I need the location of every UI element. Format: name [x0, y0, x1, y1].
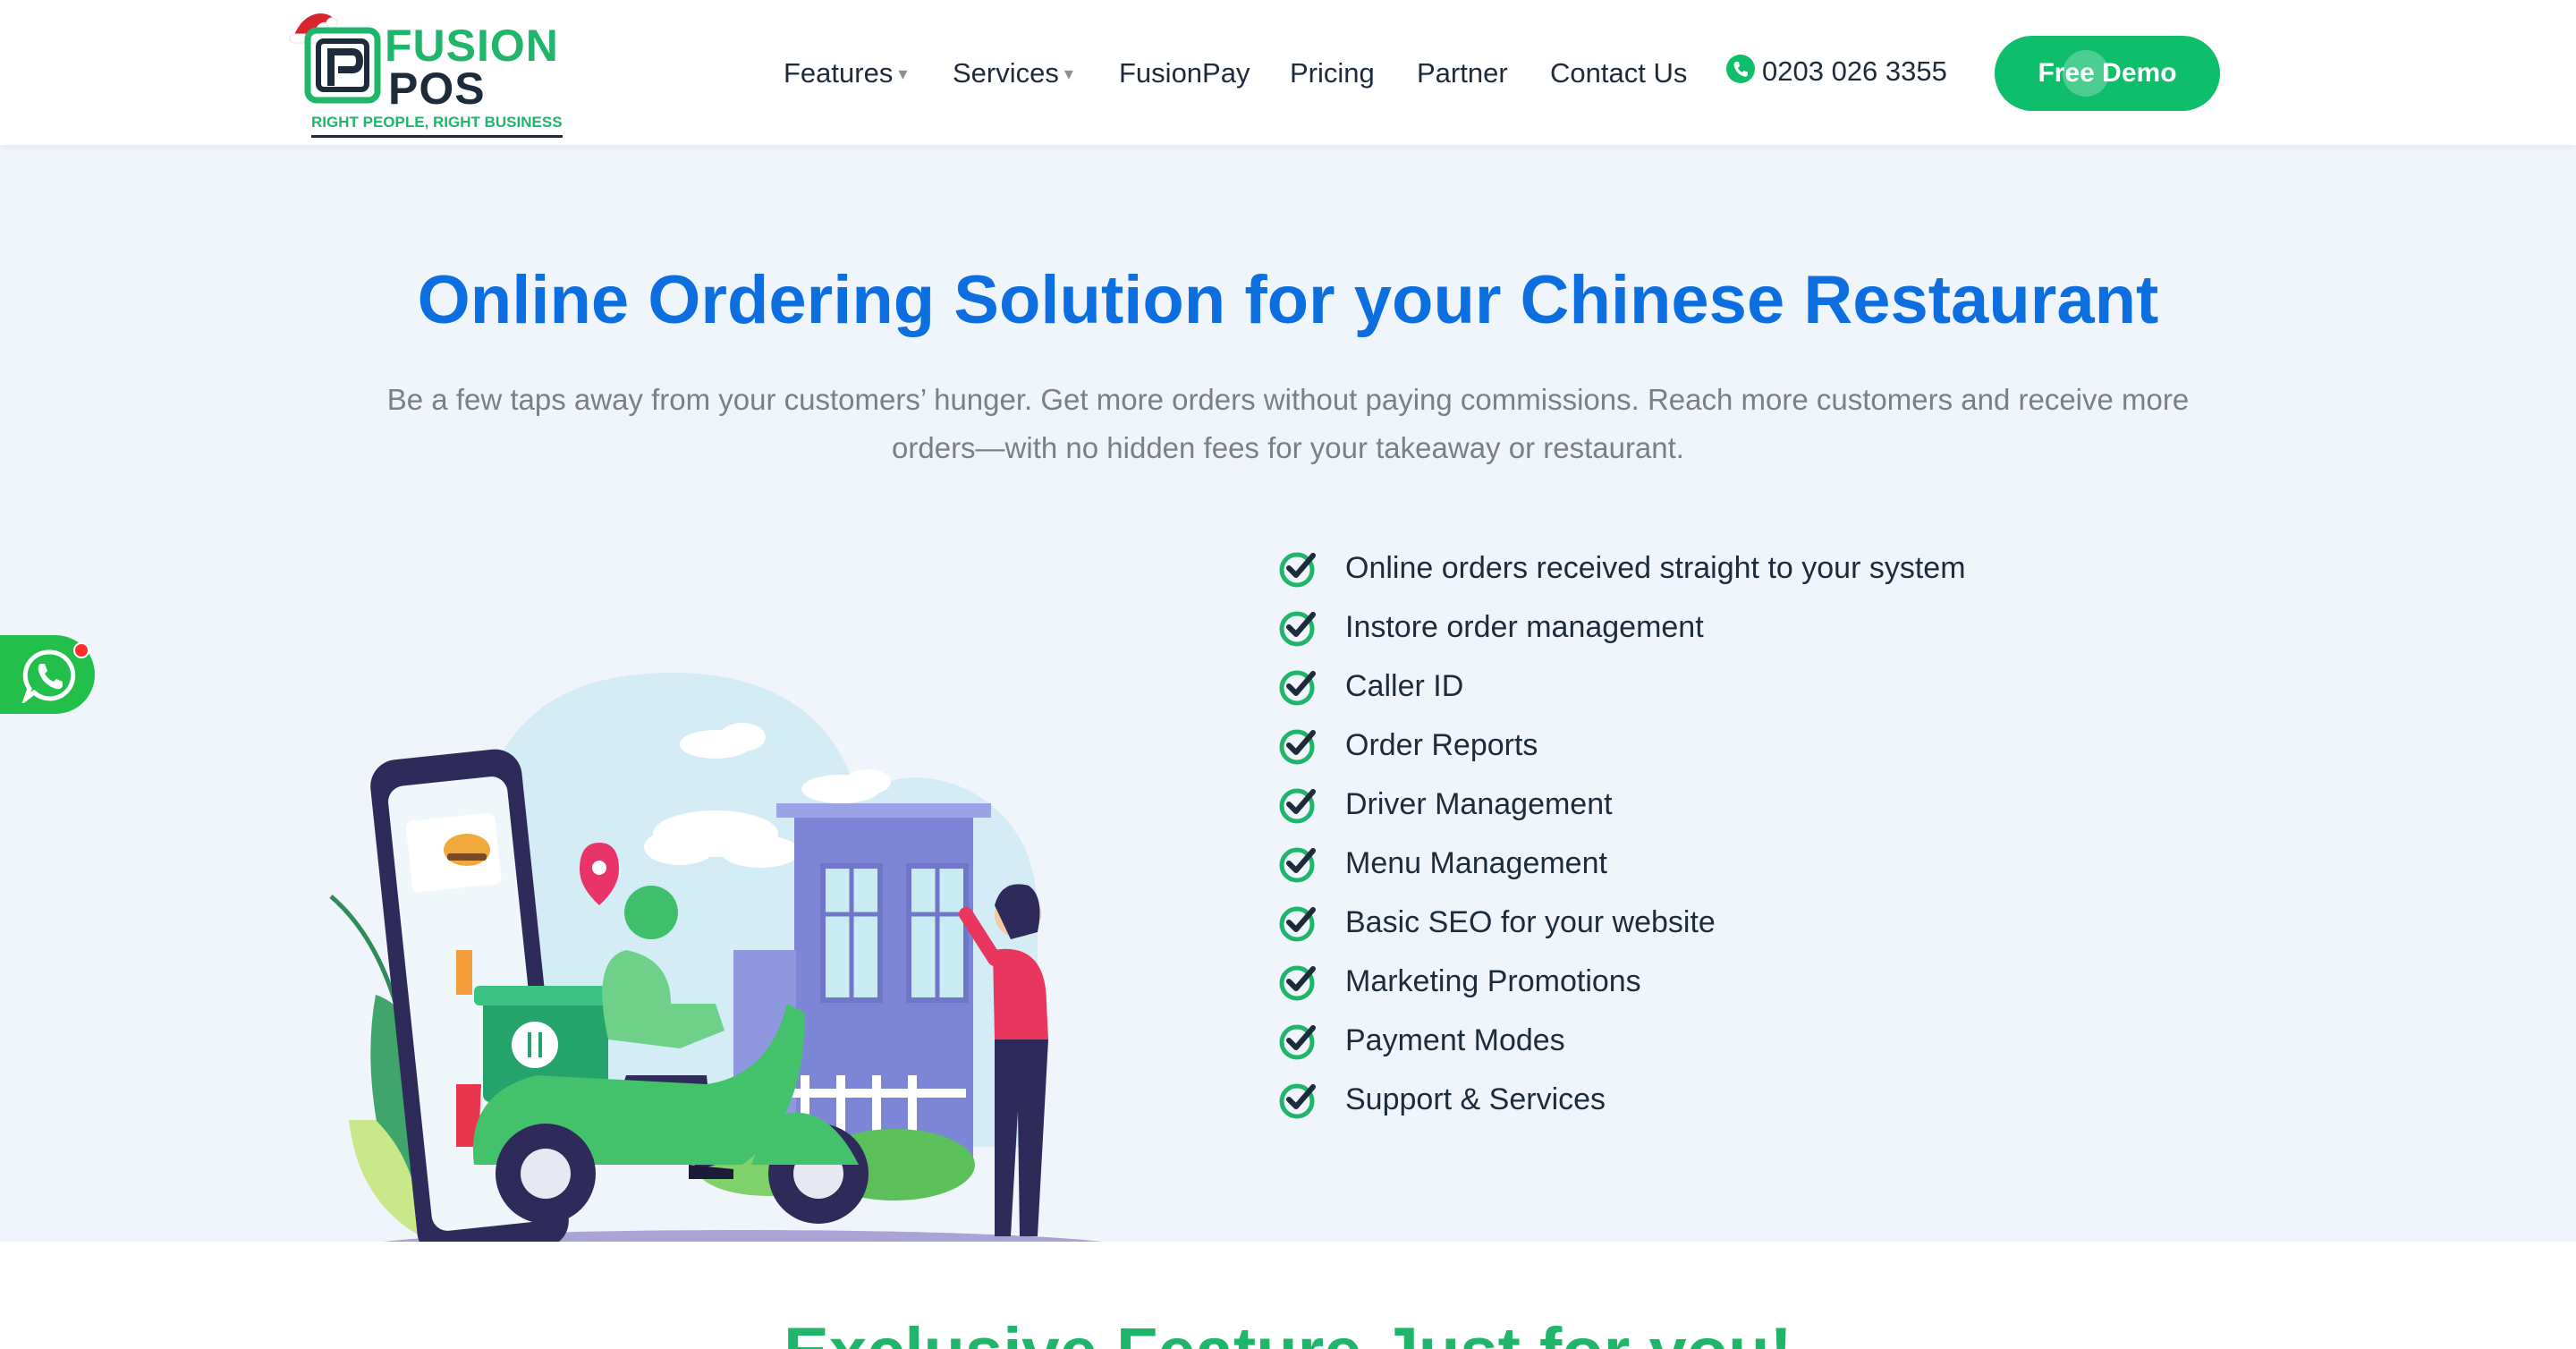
feature-item: Caller ID — [1279, 657, 2263, 716]
exclusive-feature-section: Exclusive Feature Just for you! — [0, 1242, 2576, 1349]
nav-features-label: Features — [784, 57, 894, 89]
nav-partner[interactable]: Partner — [1417, 55, 1508, 91]
feature-text: Driver Management — [1345, 786, 1613, 821]
notification-dot — [73, 642, 89, 658]
hero-description-line-1: Be a few taps away from your customers’ … — [386, 383, 2190, 416]
feature-item: Support & Services — [1279, 1070, 2263, 1129]
check-circle-icon — [1279, 847, 1316, 883]
feature-text: Payment Modes — [1345, 1022, 1565, 1057]
nav-services-label: Services — [953, 57, 1059, 89]
check-circle-icon — [1279, 670, 1316, 706]
feature-text: Basic SEO for your website — [1345, 904, 1716, 939]
feature-text: Order Reports — [1345, 727, 1538, 762]
check-circle-icon — [1279, 906, 1316, 942]
nav-fusionpay[interactable]: FusionPay — [1119, 55, 1250, 91]
chevron-down-icon: ▾ — [1063, 64, 1073, 84]
feature-item: Menu Management — [1279, 834, 2263, 893]
nav-services[interactable]: Services ▾ — [953, 55, 1073, 95]
phone-link[interactable]: 0203 026 3355 — [1726, 54, 1947, 89]
feature-item: Marketing Promotions — [1279, 952, 2263, 1011]
free-demo-button[interactable]: Free Demo — [1995, 36, 2220, 111]
nav-pricing[interactable]: Pricing — [1290, 55, 1375, 91]
feature-text: Online orders received straight to your … — [1345, 550, 1966, 585]
check-circle-icon — [1279, 1024, 1316, 1060]
nav-contact-us[interactable]: Contact Us — [1550, 55, 1687, 91]
main-nav: Features ▾ Services ▾ FusionPay Pricing Pa… — [0, 0, 2576, 145]
free-demo-label: Free Demo — [2038, 58, 2177, 88]
hero-description: Be a few taps away from your customers’ … — [304, 376, 2272, 472]
feature-item: Driver Management — [1279, 775, 2263, 834]
feature-text: Support & Services — [1345, 1082, 1606, 1116]
hero-description-line-2: orders—with no hidden fees for your take… — [892, 431, 1684, 464]
delivery-scooter-illustration — [329, 673, 1136, 1269]
hero-title: Online Ordering Solution for your Chines… — [417, 262, 2159, 338]
feature-item: Online orders received straight to your … — [1279, 539, 2263, 598]
feature-text: Menu Management — [1345, 845, 1607, 880]
feature-text: Instore order management — [1345, 609, 1704, 644]
feature-item: Order Reports — [1279, 716, 2263, 775]
section-title: Exclusive Feature Just for you! — [0, 1311, 2576, 1349]
feature-item: Payment Modes — [1279, 1011, 2263, 1070]
check-circle-icon — [1279, 1083, 1316, 1119]
phone-number: 0203 026 3355 — [1762, 55, 1947, 87]
chevron-down-icon: ▾ — [898, 64, 908, 84]
site-header: FUSION POS RIGHT PEOPLE, RIGHT BUSINESS … — [0, 0, 2576, 145]
feature-item: Instore order management — [1279, 598, 2263, 657]
check-circle-icon — [1279, 729, 1316, 765]
whatsapp-icon — [21, 649, 76, 703]
whatsapp-button[interactable] — [0, 635, 95, 714]
check-circle-icon — [1279, 611, 1316, 647]
feature-item: Basic SEO for your website — [1279, 893, 2263, 952]
hero-section: Online Ordering Solution for your Chines… — [0, 145, 2576, 1269]
nav-features[interactable]: Features ▾ — [784, 55, 907, 95]
check-circle-icon — [1279, 965, 1316, 1001]
feature-text: Caller ID — [1345, 668, 1464, 703]
check-circle-icon — [1279, 788, 1316, 824]
feature-list: Online orders received straight to your … — [1279, 539, 2263, 1129]
phone-icon — [1726, 55, 1755, 83]
check-circle-icon — [1279, 552, 1316, 588]
feature-text: Marketing Promotions — [1345, 963, 1641, 998]
